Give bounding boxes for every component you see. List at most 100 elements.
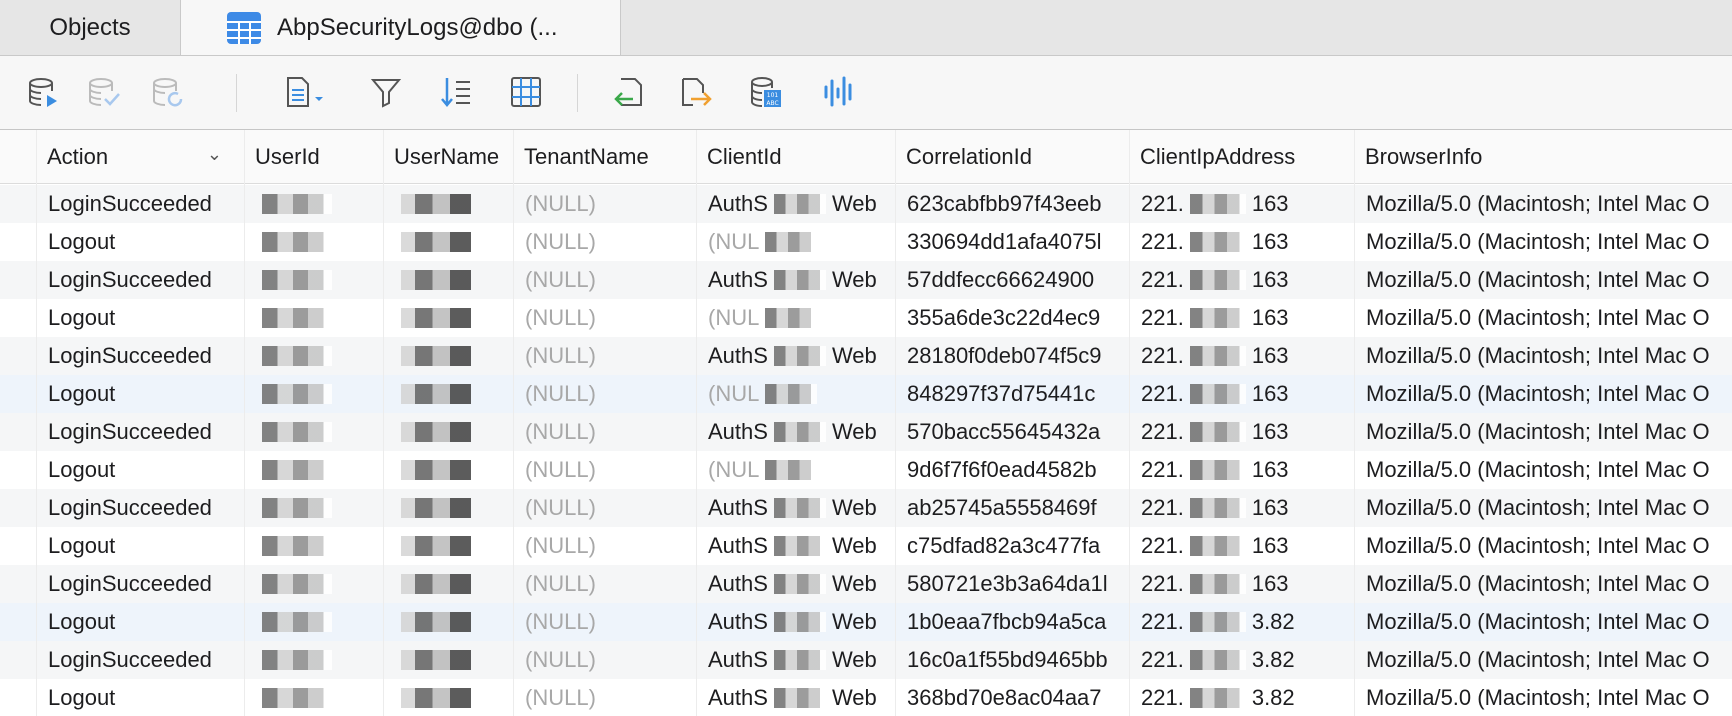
import-icon[interactable] xyxy=(610,74,646,110)
userid-cell-redacted[interactable] xyxy=(244,679,383,716)
ip-cell[interactable]: 221. 163 xyxy=(1129,451,1354,489)
tenant-cell[interactable]: (NULL) xyxy=(513,603,696,641)
corr-cell[interactable]: 848297f37d75441c xyxy=(895,375,1129,413)
username-cell-redacted[interactable] xyxy=(383,261,513,299)
table-row[interactable]: LoginSucceeded (NULL) AuthS Web ab25745a5558… xyxy=(0,489,1732,527)
column-header-correlationid[interactable]: CorrelationId xyxy=(895,130,1129,183)
table-row[interactable]: Logout (NULL) AuthS Web c75dfad82a3c477fa 221… xyxy=(0,527,1732,565)
table-row[interactable]: Logout (NULL) (NUL 330694dd1afa4075l 221. 163… xyxy=(0,223,1732,261)
ip-cell[interactable]: 221. 3.82 xyxy=(1129,679,1354,716)
table-row[interactable]: Logout (NULL) (NUL 848297f37d75441c 221. 163 M… xyxy=(0,375,1732,413)
client-cell[interactable]: (NUL xyxy=(696,223,895,261)
userid-cell-redacted[interactable] xyxy=(244,565,383,603)
userid-cell-redacted[interactable] xyxy=(244,489,383,527)
table-row[interactable]: Logout (NULL) (NUL 9d6f7f6f0ead4582b 221. 163… xyxy=(0,451,1732,489)
column-header-userid[interactable]: UserId xyxy=(244,130,383,183)
userid-cell-redacted[interactable] xyxy=(244,375,383,413)
browser-cell[interactable]: Mozilla/5.0 (Macintosh; Intel Mac O xyxy=(1354,565,1732,603)
userid-cell-redacted[interactable] xyxy=(244,641,383,679)
ip-cell[interactable]: 221. 163 xyxy=(1129,299,1354,337)
username-cell-redacted[interactable] xyxy=(383,489,513,527)
userid-cell-redacted[interactable] xyxy=(244,223,383,261)
browser-cell[interactable]: Mozilla/5.0 (Macintosh; Intel Mac O xyxy=(1354,337,1732,375)
corr-cell[interactable]: 623cabfbb97f43eeb xyxy=(895,185,1129,223)
corr-cell[interactable]: 16c0a1f55bd9465bb xyxy=(895,641,1129,679)
userid-cell-redacted[interactable] xyxy=(244,527,383,565)
username-cell-redacted[interactable] xyxy=(383,451,513,489)
corr-cell[interactable]: 570bacc55645432a xyxy=(895,413,1129,451)
ip-cell[interactable]: 221. 163 xyxy=(1129,527,1354,565)
ip-cell[interactable]: 221. 3.82 xyxy=(1129,603,1354,641)
username-cell-redacted[interactable] xyxy=(383,565,513,603)
ip-cell[interactable]: 221. 163 xyxy=(1129,375,1354,413)
corr-cell[interactable]: ab25745a5558469f xyxy=(895,489,1129,527)
tenant-cell[interactable]: (NULL) xyxy=(513,223,696,261)
client-cell[interactable]: (NUL xyxy=(696,375,895,413)
client-cell[interactable]: AuthS Web xyxy=(696,185,895,223)
action-cell[interactable]: Logout xyxy=(36,527,244,565)
column-header-clientid[interactable]: ClientId xyxy=(696,130,895,183)
ip-cell[interactable]: 221. 3.82 xyxy=(1129,641,1354,679)
browser-cell[interactable]: Mozilla/5.0 (Macintosh; Intel Mac O xyxy=(1354,185,1732,223)
table-row[interactable]: LoginSucceeded (NULL) AuthS Web 28180f0deb07… xyxy=(0,337,1732,375)
username-cell-redacted[interactable] xyxy=(383,413,513,451)
browser-cell[interactable]: Mozilla/5.0 (Macintosh; Intel Mac O xyxy=(1354,489,1732,527)
db-data-icon[interactable]: 101 ABC xyxy=(748,74,784,110)
client-cell[interactable]: AuthS Web xyxy=(696,641,895,679)
action-cell[interactable]: Logout xyxy=(36,299,244,337)
action-cell[interactable]: LoginSucceeded xyxy=(36,413,244,451)
column-header-browserinfo[interactable]: BrowserInfo xyxy=(1354,130,1732,183)
ip-cell[interactable]: 221. 163 xyxy=(1129,223,1354,261)
corr-cell[interactable]: 330694dd1afa4075l xyxy=(895,223,1129,261)
userid-cell-redacted[interactable] xyxy=(244,337,383,375)
username-cell-redacted[interactable] xyxy=(383,337,513,375)
browser-cell[interactable]: Mozilla/5.0 (Macintosh; Intel Mac O xyxy=(1354,375,1732,413)
username-cell-redacted[interactable] xyxy=(383,375,513,413)
action-cell[interactable]: LoginSucceeded xyxy=(36,565,244,603)
document-menu-icon[interactable] xyxy=(282,74,328,110)
column-header-clientipaddress[interactable]: ClientIpAddress xyxy=(1129,130,1354,183)
username-cell-redacted[interactable] xyxy=(383,603,513,641)
action-cell[interactable]: LoginSucceeded xyxy=(36,489,244,527)
tenant-cell[interactable]: (NULL) xyxy=(513,451,696,489)
client-cell[interactable]: AuthS Web xyxy=(696,527,895,565)
ip-cell[interactable]: 221. 163 xyxy=(1129,185,1354,223)
tenant-cell[interactable]: (NULL) xyxy=(513,299,696,337)
client-cell[interactable]: AuthS Web xyxy=(696,565,895,603)
table-row[interactable]: LoginSucceeded (NULL) AuthS Web 580721e3b3a6… xyxy=(0,565,1732,603)
userid-cell-redacted[interactable] xyxy=(244,451,383,489)
column-header-tenantname[interactable]: TenantName xyxy=(513,130,696,183)
client-cell[interactable]: AuthS Web xyxy=(696,489,895,527)
corr-cell[interactable]: 580721e3b3a64da1l xyxy=(895,565,1129,603)
table-row[interactable]: LoginSucceeded (NULL) AuthS Web 570bacc55645… xyxy=(0,413,1732,451)
client-cell[interactable]: (NUL xyxy=(696,299,895,337)
client-cell[interactable]: AuthS Web xyxy=(696,261,895,299)
action-cell[interactable]: LoginSucceeded xyxy=(36,641,244,679)
tenant-cell[interactable]: (NULL) xyxy=(513,489,696,527)
action-cell[interactable]: Logout xyxy=(36,375,244,413)
corr-cell[interactable]: 355a6de3c22d4ec9 xyxy=(895,299,1129,337)
db-refresh-icon[interactable] xyxy=(150,74,186,110)
tab-objects[interactable]: Objects xyxy=(0,0,181,55)
browser-cell[interactable]: Mozilla/5.0 (Macintosh; Intel Mac O xyxy=(1354,223,1732,261)
username-cell-redacted[interactable] xyxy=(383,641,513,679)
browser-cell[interactable]: Mozilla/5.0 (Macintosh; Intel Mac O xyxy=(1354,451,1732,489)
action-cell[interactable]: LoginSucceeded xyxy=(36,185,244,223)
filter-icon[interactable] xyxy=(368,74,404,110)
table-row[interactable]: LoginSucceeded (NULL) AuthS Web 623cabfbb97f… xyxy=(0,185,1732,223)
action-cell[interactable]: Logout xyxy=(36,223,244,261)
ip-cell[interactable]: 221. 163 xyxy=(1129,261,1354,299)
username-cell-redacted[interactable] xyxy=(383,223,513,261)
browser-cell[interactable]: Mozilla/5.0 (Macintosh; Intel Mac O xyxy=(1354,261,1732,299)
tenant-cell[interactable]: (NULL) xyxy=(513,527,696,565)
browser-cell[interactable]: Mozilla/5.0 (Macintosh; Intel Mac O xyxy=(1354,413,1732,451)
table-row[interactable]: Logout (NULL) (NUL 355a6de3c22d4ec9 221. 163 M… xyxy=(0,299,1732,337)
tenant-cell[interactable]: (NULL) xyxy=(513,413,696,451)
browser-cell[interactable]: Mozilla/5.0 (Macintosh; Intel Mac O xyxy=(1354,603,1732,641)
username-cell-redacted[interactable] xyxy=(383,527,513,565)
db-run-icon[interactable] xyxy=(26,74,62,110)
client-cell[interactable]: AuthS Web xyxy=(696,413,895,451)
ip-cell[interactable]: 221. 163 xyxy=(1129,337,1354,375)
tenant-cell[interactable]: (NULL) xyxy=(513,261,696,299)
ip-cell[interactable]: 221. 163 xyxy=(1129,565,1354,603)
